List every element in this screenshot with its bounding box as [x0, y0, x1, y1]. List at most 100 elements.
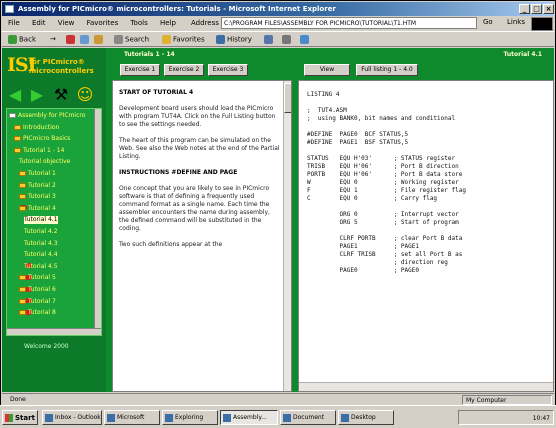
- tree-item-label: Tutorial 4.5: [24, 262, 58, 270]
- paragraph-2: The heart of this program can be simulat…: [119, 137, 280, 160]
- tree-horizontal-scrollbar[interactable]: [7, 328, 101, 335]
- taskbar-button-2[interactable]: Microsoft: [104, 410, 160, 425]
- home-icon: [94, 35, 103, 44]
- tab-exercise-1[interactable]: Exercise 1: [120, 64, 160, 76]
- status-text: Done: [10, 396, 26, 403]
- tree-vertical-scrollbar[interactable]: [94, 109, 101, 329]
- tab-exercise-3[interactable]: Exercise 3: [208, 64, 248, 76]
- tree-item[interactable]: Tutorial 8: [19, 309, 56, 317]
- isi-logo: ISI for PICmicro® microcontrollers: [5, 54, 103, 82]
- tree-item[interactable]: Tutorial 5: [19, 274, 56, 282]
- menu-tools[interactable]: Tools: [130, 19, 147, 27]
- taskbar-label: Exploring: [175, 414, 204, 421]
- nav-forward-button[interactable]: ▶: [28, 86, 46, 103]
- taskbar-label: Assembly...: [233, 414, 267, 421]
- address-input[interactable]: C:\PROGRAM FILES\ASSEMBLY FOR PICMICRO\T…: [221, 17, 477, 29]
- clock[interactable]: 10:47: [533, 415, 550, 422]
- tree-item-label: Tutorial objective: [19, 158, 71, 166]
- tree-item[interactable]: Tutorial 1: [19, 170, 56, 178]
- go-button[interactable]: Go: [483, 18, 493, 26]
- back-button[interactable]: Back: [8, 35, 36, 44]
- title-bar[interactable]: Assembly for PICmicro® microcontrollers:…: [2, 2, 554, 16]
- tree-item[interactable]: Tutorial 2: [19, 182, 56, 190]
- text-vertical-scrollbar[interactable]: [283, 81, 291, 391]
- tools-icon: ⚒: [53, 85, 69, 104]
- left-arrow-icon: ◀: [8, 85, 22, 104]
- menu-view[interactable]: View: [58, 19, 75, 27]
- tree-item[interactable]: PICmicro Basics: [14, 135, 70, 143]
- minimize-button[interactable]: _: [519, 4, 530, 14]
- stop-button[interactable]: [66, 35, 77, 44]
- tree-item-label: Tutorial 4.2: [24, 228, 58, 235]
- menu-file[interactable]: File: [8, 19, 20, 27]
- home-button[interactable]: [94, 35, 105, 44]
- code-horizontal-scrollbar[interactable]: [299, 382, 553, 391]
- tree-item[interactable]: Tutorial 4.4: [24, 251, 58, 304]
- taskbar-label: Desktop: [351, 414, 376, 421]
- code-line: TRISB EQU H'06' ; Port B direction: [307, 163, 459, 170]
- tree-item[interactable]: Tutorial 4: [19, 205, 56, 213]
- favorites-button[interactable]: Favorites: [162, 35, 205, 44]
- forward-button[interactable]: →: [50, 35, 56, 43]
- nav-back-button[interactable]: ◀: [6, 86, 24, 103]
- taskbar-button-4[interactable]: Assembly...: [220, 410, 278, 425]
- view-button[interactable]: View: [304, 64, 350, 76]
- links-button[interactable]: Links: [507, 18, 525, 26]
- browser-window: Assembly for PICmicro® microcontrollers:…: [0, 0, 556, 428]
- maximize-button[interactable]: □: [531, 4, 542, 14]
- code-line: ORG 5 ; Start of program: [307, 219, 459, 226]
- search-button[interactable]: Search: [114, 35, 149, 44]
- nav-help-button[interactable]: ☺: [76, 86, 94, 103]
- tree-item[interactable]: Tutorial 1 - 14: [14, 147, 64, 155]
- nav-tools-button[interactable]: ⚒: [52, 86, 70, 103]
- tree-item[interactable]: Tutorial 3: [19, 193, 56, 201]
- tree-item-label: Tutorial 1 - 14: [23, 146, 65, 154]
- app-icon: [45, 414, 53, 422]
- tree-item[interactable]: Tutorial 4.2: [24, 228, 58, 280]
- tree-item-label: Tutorial 3: [28, 193, 56, 201]
- folder-icon: [19, 171, 26, 176]
- print-button[interactable]: [282, 35, 293, 44]
- text-scroll-thumb[interactable]: [284, 83, 291, 113]
- tree-item[interactable]: Assembly for PICmicro: [9, 112, 85, 120]
- app-icon: [165, 414, 173, 422]
- taskbar-button-3[interactable]: Exploring: [162, 410, 218, 425]
- refresh-button[interactable]: [80, 35, 91, 44]
- close-button[interactable]: ×: [543, 4, 554, 14]
- taskbar-button-6[interactable]: Desktop: [338, 410, 394, 425]
- tree-item[interactable]: Tutorial 4.3: [24, 240, 58, 292]
- code-listing: LISTING 4 ; TUT4.ASM; using BANK0, bit n…: [307, 91, 466, 275]
- folder-icon: [14, 147, 21, 153]
- tree-item[interactable]: Tutorial 4.5: [24, 262, 58, 315]
- edit-button[interactable]: [300, 35, 311, 44]
- code-line: PAGE1 ; PAGE1: [307, 243, 419, 250]
- mail-button[interactable]: [264, 35, 275, 44]
- history-button[interactable]: History: [216, 35, 252, 44]
- start-label: Start: [15, 414, 35, 422]
- tree-item-label: Tutorial 8: [28, 309, 56, 317]
- full-listing-button[interactable]: Full listing 1 - 4.0: [356, 64, 418, 76]
- menu-edit[interactable]: Edit: [32, 19, 46, 27]
- mail-icon: [264, 35, 273, 44]
- code-line: ; direction reg: [307, 259, 448, 266]
- code-listing-pane: LISTING 4 ; TUT4.ASM; using BANK0, bit n…: [298, 80, 554, 392]
- toolbar: Back → Search Favorites History: [2, 31, 554, 47]
- tree-item[interactable]: Tutorial 4.1: [24, 216, 58, 269]
- tree-item[interactable]: Tutorial 7: [19, 298, 56, 306]
- tree-item[interactable]: Introduction: [14, 124, 59, 132]
- start-button[interactable]: Start: [2, 410, 38, 425]
- section-title: Tutorials 1 - 14: [124, 51, 175, 58]
- folder-icon: [19, 298, 26, 304]
- tree-item[interactable]: Tutorial 6: [19, 286, 56, 294]
- tab-exercise-2[interactable]: Exercise 2: [164, 64, 204, 76]
- taskbar-button-5[interactable]: Document: [280, 410, 336, 425]
- tree-item[interactable]: Tutorial objective: [19, 158, 71, 211]
- code-line: CLRF PORTB ; clear Port B data: [307, 235, 463, 242]
- menu-help[interactable]: Help: [160, 19, 176, 27]
- menu-favorites[interactable]: Favorites: [87, 19, 119, 27]
- taskbar-button-1[interactable]: Inbox - Outlook: [42, 410, 102, 425]
